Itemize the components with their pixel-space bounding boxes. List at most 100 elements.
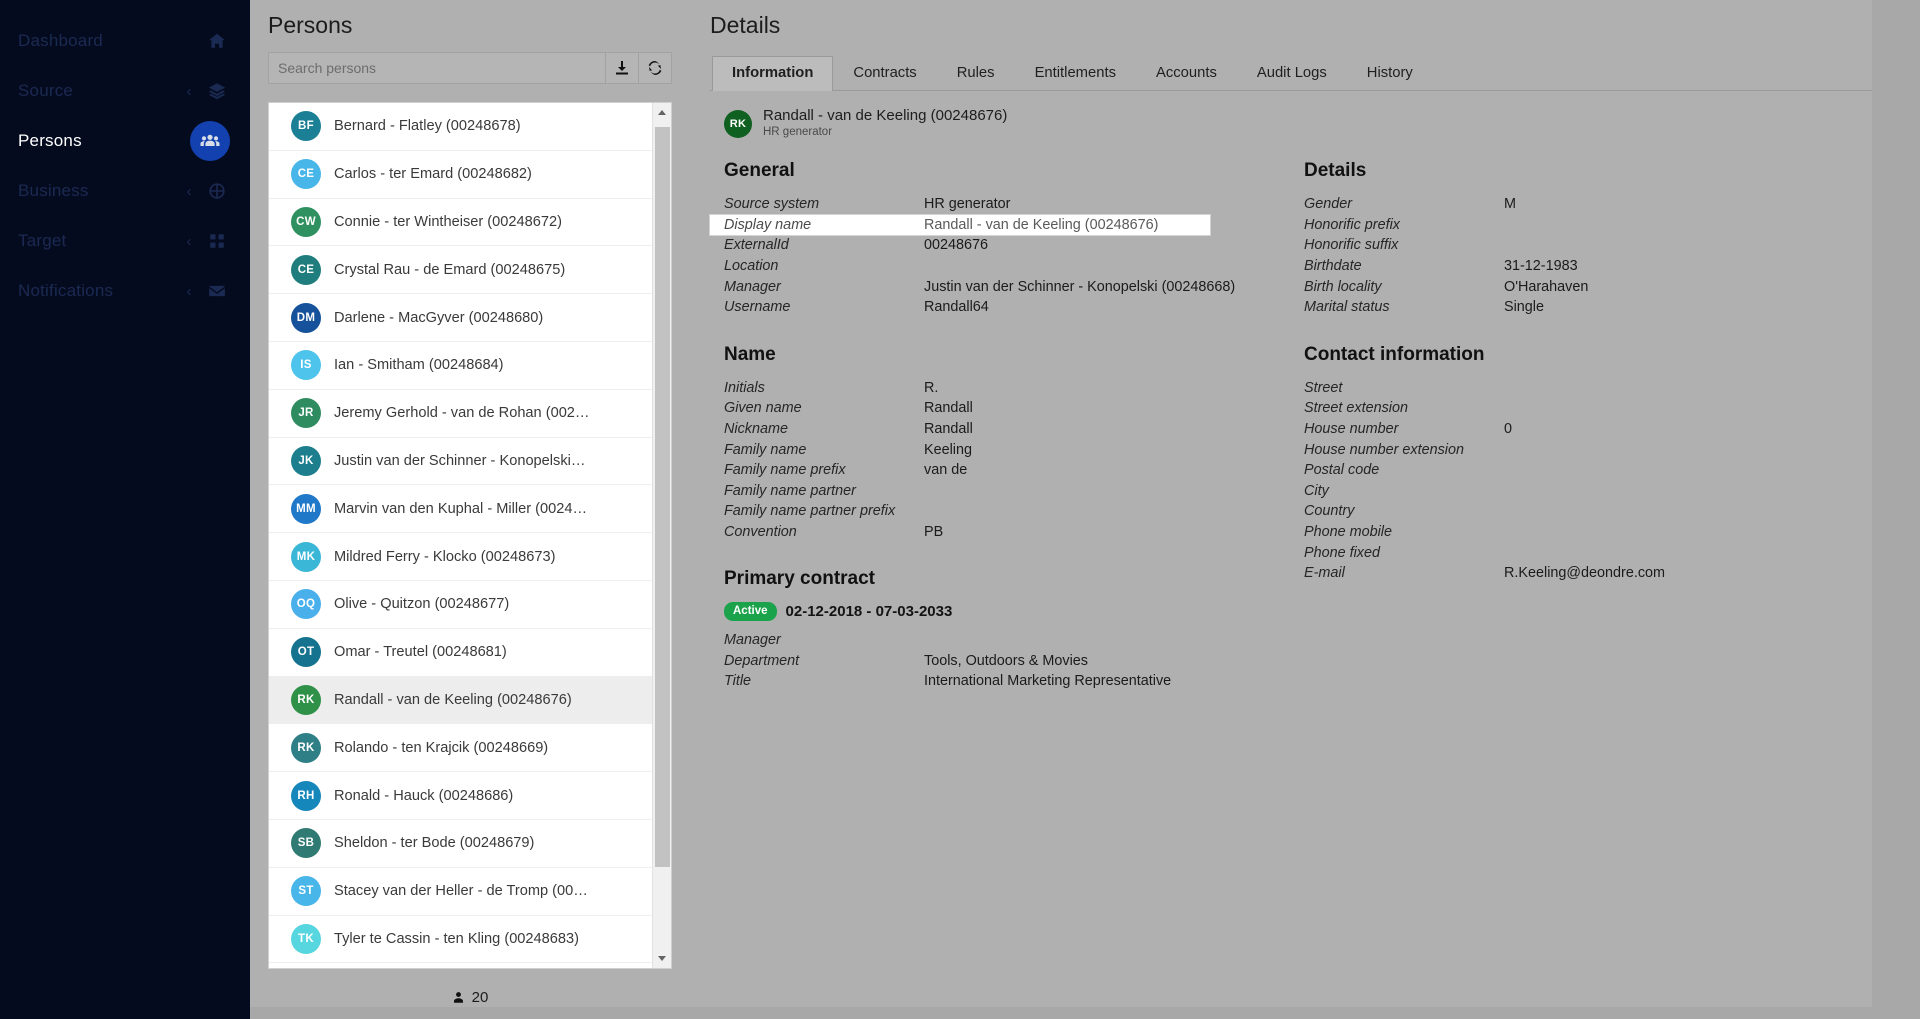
field-row[interactable]: Phone fixed — [1304, 542, 1920, 563]
tab-information[interactable]: Information — [712, 56, 834, 91]
details-tabs: Information Contracts Rules Entitlements Acc… — [710, 56, 1920, 91]
field-row[interactable]: Birthdate 31-12-1983 — [1304, 256, 1920, 277]
list-item[interactable]: BF Bernard - Flatley (00248678) — [269, 103, 652, 151]
scrollbar-thumb[interactable] — [655, 127, 670, 867]
field-row[interactable]: Country — [1304, 501, 1920, 522]
sidebar-item-label: Business — [18, 181, 89, 200]
field-row[interactable]: Department Tools, Outdoors & Movies — [724, 650, 1304, 671]
tab-audit-logs[interactable]: Audit Logs — [1237, 56, 1347, 90]
field-value: Randall - van de Keeling (00248676) — [924, 216, 1159, 233]
avatar: RK — [724, 109, 752, 138]
field-row[interactable]: Honorific suffix — [1304, 235, 1920, 256]
field-label: Street — [1304, 379, 1343, 396]
field-row[interactable]: Family name partner — [724, 481, 1304, 502]
field-row[interactable]: Street extension — [1304, 398, 1920, 419]
field-label: Birthdate — [1304, 258, 1362, 275]
field-label: City — [1304, 482, 1329, 499]
list-item[interactable]: MK Mildred Ferry - Klocko (00248673) — [269, 533, 652, 581]
tab-accounts[interactable]: Accounts — [1136, 56, 1237, 90]
field-row[interactable]: Manager Justin van der Schinner - Konopel… — [724, 276, 1304, 297]
field-label: Convention — [724, 524, 797, 541]
list-item[interactable]: RH Ronald - Hauck (00248686) — [269, 772, 652, 820]
persons-list-scroll[interactable]: BF Bernard - Flatley (00248678) CE Carlos -… — [269, 103, 652, 968]
selected-person-source: HR generator — [763, 126, 833, 138]
list-item[interactable]: OT Omar - Treutel (00248681) — [269, 628, 652, 677]
field-value: Tools, Outdoors & Movies — [924, 652, 1088, 669]
field-row[interactable]: City — [1304, 481, 1920, 502]
field-row[interactable]: Family name Keeling — [724, 439, 1304, 460]
list-scrollbar[interactable] — [652, 103, 671, 968]
tab-rules[interactable]: Rules — [937, 56, 1015, 90]
field-label: Username — [724, 299, 791, 316]
list-item[interactable]: MM Marvin van den Kuphal - Miller (0024… — [269, 485, 652, 534]
list-item[interactable]: SB Sheldon - ter Bode (00248679) — [269, 819, 652, 868]
section-heading: Name — [724, 343, 776, 365]
details-title: Details — [710, 12, 781, 38]
field-row[interactable]: E-mail R.Keeling@deondre.com — [1304, 563, 1920, 584]
list-item[interactable]: CE Carlos - ter Emard (00248682) — [269, 150, 652, 199]
list-item[interactable]: OQ Olive - Quitzon (00248677) — [269, 580, 652, 629]
field-row[interactable]: Initials R. — [724, 378, 1304, 399]
field-label: Street extension — [1304, 400, 1408, 417]
field-row[interactable]: House number extension — [1304, 439, 1920, 460]
list-item[interactable]: JR Jeremy Gerhold - van de Rohan (002… — [269, 389, 652, 438]
field-row[interactable]: Nickname Randall — [724, 419, 1304, 440]
field-value: van de — [924, 462, 968, 479]
sidebar-item-source[interactable]: Source ‹ — [0, 66, 250, 116]
list-item[interactable]: JK Justin van der Schinner - Konopelski… — [269, 437, 652, 486]
list-item[interactable]: ST Stacey van der Heller - de Tromp (00… — [269, 867, 652, 916]
avatar: TK — [291, 923, 321, 954]
field-row[interactable]: Family name prefix van de — [724, 460, 1304, 481]
field-row[interactable]: Manager — [724, 630, 1304, 651]
field-row[interactable]: Phone mobile — [1304, 522, 1920, 543]
field-row[interactable]: Honorific prefix — [1304, 215, 1920, 236]
list-item[interactable]: CE Crystal Rau - de Emard (00248675) — [269, 246, 652, 295]
layers-icon — [204, 78, 230, 104]
list-item[interactable]: RK Rolando - ten Krajcik (00248669) — [269, 724, 652, 773]
list-item[interactable]: CW Connie - ter Wintheiser (00248672) — [269, 198, 652, 247]
list-item[interactable]: DM Darlene - MacGyver (00248680) — [269, 294, 652, 342]
field-row[interactable]: Username Randall64 — [724, 297, 1304, 318]
persons-list-pane: Persons BF Bernard - Flatley (00248678) CE… — [250, 0, 686, 1019]
sidebar-item-business[interactable]: Business ‹ — [0, 166, 250, 216]
tab-entitlements[interactable]: Entitlements — [1015, 56, 1136, 90]
sidebar-item-notifications[interactable]: Notifications ‹ — [0, 266, 250, 316]
field-row[interactable]: Display name Randall - van de Keeling (00… — [710, 214, 1210, 236]
scroll-up-icon[interactable] — [653, 103, 671, 122]
tab-contracts[interactable]: Contracts — [833, 56, 936, 90]
download-icon[interactable] — [606, 52, 639, 84]
sidebar-item-target[interactable]: Target ‹ — [0, 216, 250, 266]
avatar: OT — [291, 637, 321, 668]
field-row[interactable]: Birth locality O'Harahaven — [1304, 276, 1920, 297]
list-item[interactable]: RK Randall - van de Keeling (00248676) — [269, 676, 652, 725]
section-name: Name Initials R. Given name Randall Nickname… — [724, 344, 1304, 543]
list-item-label: Randall - van de Keeling (00248676) — [334, 691, 572, 708]
field-row[interactable]: Source system HR generator — [724, 194, 1304, 215]
sidebar-item-persons[interactable]: Persons — [0, 116, 250, 166]
list-item[interactable]: IS Ian - Smitham (00248684) — [269, 341, 652, 390]
field-row[interactable]: ExternalId 00248676 — [724, 235, 1304, 256]
home-icon — [204, 28, 230, 54]
tab-history[interactable]: History — [1347, 56, 1433, 90]
field-row[interactable]: House number 0 — [1304, 419, 1920, 440]
avatar: ST — [291, 876, 321, 907]
field-row[interactable]: Postal code — [1304, 460, 1920, 481]
sidebar-item-dashboard[interactable]: Dashboard — [0, 16, 250, 66]
avatar: CE — [291, 254, 321, 285]
sidebar-item-label: Dashboard — [18, 31, 103, 50]
search-input[interactable] — [268, 52, 606, 84]
field-row[interactable]: Marital status Single — [1304, 297, 1920, 318]
field-row[interactable]: Family name partner prefix — [724, 501, 1304, 522]
list-item[interactable]: TK Tyler te Cassin - ten Kling (00248683) — [269, 915, 652, 964]
refresh-icon[interactable] — [639, 52, 672, 84]
selected-person-name: Randall - van de Keeling (00248676) — [763, 107, 1008, 124]
field-row[interactable]: Location — [724, 256, 1304, 277]
field-row[interactable]: Convention PB — [724, 522, 1304, 543]
field-row[interactable]: Gender M — [1304, 194, 1920, 215]
scroll-down-icon[interactable] — [653, 949, 671, 968]
list-item-label: Connie - ter Wintheiser (00248672) — [334, 213, 562, 230]
people-icon — [190, 121, 230, 161]
field-row[interactable]: Given name Randall — [724, 398, 1304, 419]
field-row[interactable]: Street — [1304, 378, 1920, 399]
field-row[interactable]: Title International Marketing Representat… — [724, 671, 1304, 692]
